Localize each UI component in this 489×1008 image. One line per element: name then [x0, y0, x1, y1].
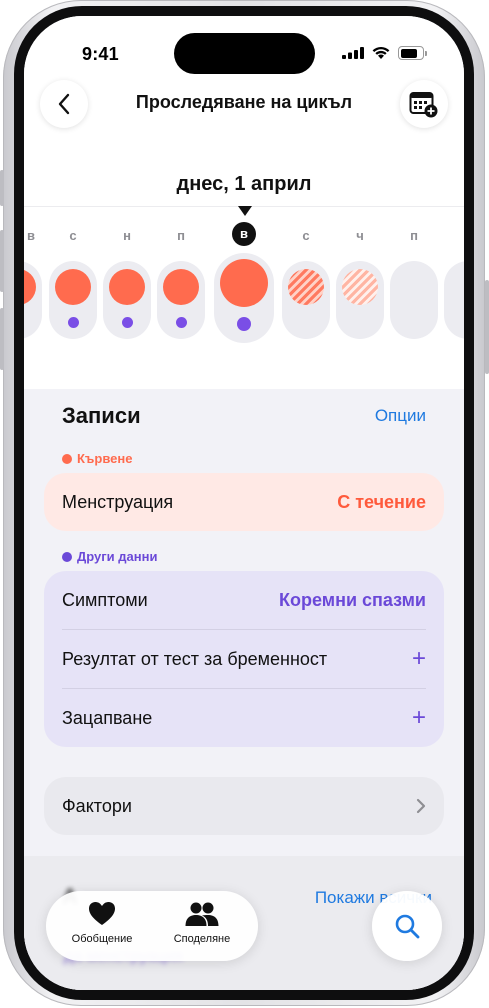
factors-row[interactable]: Фактори	[44, 777, 444, 835]
menstruation-row[interactable]: Менструация С течение	[44, 473, 444, 531]
predicted-period-marker	[288, 269, 324, 305]
other-data-section-label: Други данни	[62, 549, 157, 564]
logs-title: Записи	[62, 403, 141, 428]
bleeding-section-label: Кървене	[62, 451, 133, 466]
other-data-section-text: Други данни	[77, 549, 158, 564]
predicted-period-marker	[342, 269, 378, 305]
search-icon	[395, 914, 420, 939]
weekday-label: п	[177, 228, 185, 243]
people-icon	[185, 902, 219, 926]
weekday-label: в	[27, 228, 35, 243]
other-data-marker	[237, 317, 251, 331]
day-pill[interactable]	[282, 261, 330, 339]
options-button[interactable]: Опции	[375, 406, 426, 426]
period-day-marker	[220, 259, 268, 307]
side-button	[485, 280, 489, 374]
back-button[interactable]	[40, 80, 88, 128]
spotting-row[interactable]: Зацапване +	[44, 689, 444, 747]
weekday-row: в с н п в с ч п с	[24, 222, 464, 248]
add-pregnancy-test-icon[interactable]: +	[412, 647, 426, 671]
add-to-calendar-button[interactable]	[400, 80, 448, 128]
pregnancy-test-label: Резултат от тест за бременност	[62, 648, 328, 669]
weekday-label: п	[410, 228, 418, 243]
tab-sharing-label: Споделяне	[173, 933, 231, 945]
day-pill[interactable]	[24, 261, 42, 339]
day-pill-today[interactable]	[214, 253, 274, 343]
bleeding-dot-icon	[62, 453, 72, 464]
wifi-icon	[372, 46, 390, 59]
add-spotting-icon[interactable]: +	[412, 706, 426, 730]
battery-icon	[398, 46, 427, 60]
pregnancy-test-row[interactable]: Резултат от тест за бременност +	[44, 630, 444, 688]
day-pill[interactable]	[157, 261, 205, 339]
weekday-label: с	[302, 228, 310, 243]
symptoms-value: Коремни спазми	[279, 589, 426, 610]
day-pill[interactable]	[444, 261, 464, 339]
tab-summary-label: Обобщение	[71, 933, 133, 945]
symptoms-label: Симптоми	[62, 589, 148, 610]
weekday-label: с	[453, 228, 464, 243]
menstruation-value: С течение	[337, 491, 426, 512]
period-day-marker	[24, 269, 36, 305]
period-day-marker	[55, 269, 91, 305]
volume-up-button	[0, 230, 4, 292]
search-button[interactable]	[372, 891, 442, 961]
cellular-signal-icon	[342, 47, 364, 59]
heart-icon	[89, 902, 115, 925]
other-data-marker	[176, 317, 187, 328]
other-data-dot-icon	[62, 551, 72, 562]
other-data-card: Симптоми Коремни спазми Резултат от тест…	[44, 571, 444, 747]
status-time: 9:41	[82, 44, 119, 64]
bleeding-card: Менструация С течение	[44, 473, 444, 531]
period-day-marker	[163, 269, 199, 305]
other-data-marker	[68, 317, 79, 328]
menstruation-label: Менструация	[62, 491, 174, 512]
screen: 9:41 Проследяване на цикъл днес, 1 април	[24, 16, 464, 990]
factors-label: Фактори	[62, 795, 132, 816]
weekday-label: ч	[356, 228, 364, 243]
tab-summary[interactable]: Обобщение	[52, 901, 152, 945]
weekday-label: с	[69, 228, 77, 243]
tab-bar: Обобщение Споделяне	[46, 891, 258, 961]
tab-sharing[interactable]: Споделяне	[152, 901, 252, 945]
period-day-marker	[109, 269, 145, 305]
calendar-add-icon	[409, 92, 438, 118]
weekday-label-today: в	[232, 222, 256, 246]
chevron-right-icon	[416, 798, 426, 814]
status-bar: 9:41	[24, 16, 464, 86]
chevron-left-icon	[58, 93, 70, 115]
other-data-marker	[122, 317, 133, 328]
dynamic-island	[174, 33, 315, 74]
page-title: Проследяване на цикъл	[135, 92, 353, 112]
day-pill[interactable]	[336, 261, 384, 339]
action-button	[0, 170, 4, 206]
weekday-label: н	[123, 228, 131, 243]
selected-day-indicator	[238, 206, 252, 216]
volume-down-button	[0, 308, 4, 370]
day-pill[interactable]	[49, 261, 97, 339]
spotting-label: Зацапване	[62, 707, 153, 728]
day-strip[interactable]	[24, 253, 464, 343]
day-pill[interactable]	[103, 261, 151, 339]
day-pill[interactable]	[390, 261, 438, 339]
symptoms-row[interactable]: Симптоми Коремни спазми	[44, 571, 444, 629]
bleeding-section-text: Кървене	[77, 451, 133, 466]
selected-date-label: днес, 1 април	[176, 173, 312, 195]
